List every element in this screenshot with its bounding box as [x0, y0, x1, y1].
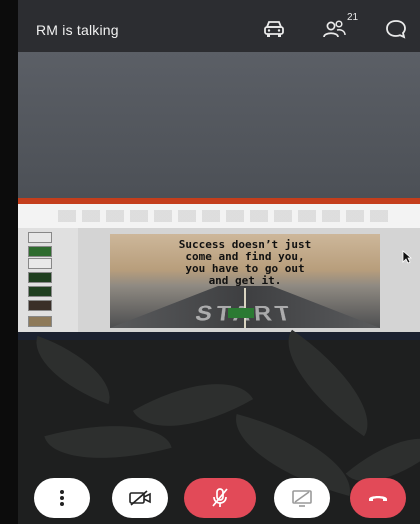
- video-area: [18, 52, 420, 200]
- mouse-cursor-icon: [402, 250, 412, 264]
- thumbnail: [28, 246, 52, 257]
- hang-up-icon: [369, 496, 387, 501]
- mic-muted-icon: [212, 488, 228, 507]
- presentation-ribbon: [18, 198, 420, 229]
- participant-count: 21: [347, 12, 359, 23]
- thumbnail: [28, 258, 52, 269]
- share-screen-button[interactable]: [274, 478, 330, 518]
- slide-canvas: Success doesn’t just come and find you, …: [78, 228, 420, 332]
- call-screen: RM is talking 21 Success doesn’t just co…: [18, 0, 420, 524]
- speaker-status: RM is talking: [36, 22, 119, 38]
- title-strip: [18, 198, 420, 204]
- car-icon[interactable]: [262, 18, 288, 40]
- mute-button[interactable]: [184, 478, 256, 518]
- thumbnail: [28, 300, 52, 311]
- leaf-shape: [265, 329, 391, 437]
- call-header: RM is talking 21: [18, 0, 420, 52]
- participants-button[interactable]: 21: [322, 12, 362, 40]
- more-options-button[interactable]: [34, 478, 90, 518]
- ribbon-commands: [58, 210, 388, 222]
- more-options-icon: [60, 490, 64, 506]
- current-slide: Success doesn’t just come and find you, …: [110, 234, 380, 328]
- shared-screen: Success doesn’t just come and find you, …: [18, 198, 420, 340]
- desktop-taskbar: [18, 332, 420, 340]
- participants-icon: [323, 20, 346, 38]
- quote-line: and get it.: [208, 274, 282, 287]
- share-screen-icon: [292, 490, 312, 507]
- camera-off-icon: [129, 490, 151, 506]
- thumbnail: [28, 286, 52, 297]
- thumbnail: [28, 232, 52, 243]
- slide-logo: [228, 308, 254, 318]
- slide-thumbnails: [18, 228, 79, 332]
- camera-toggle-button[interactable]: [112, 478, 168, 518]
- slide-quote: Success doesn’t just come and find you, …: [120, 239, 370, 287]
- thumbnail: [28, 272, 52, 283]
- chat-icon[interactable]: [384, 18, 410, 40]
- hang-up-button[interactable]: [350, 478, 406, 518]
- leaf-shape: [23, 335, 123, 405]
- thumbnail: [28, 316, 52, 327]
- call-controls: [18, 474, 420, 524]
